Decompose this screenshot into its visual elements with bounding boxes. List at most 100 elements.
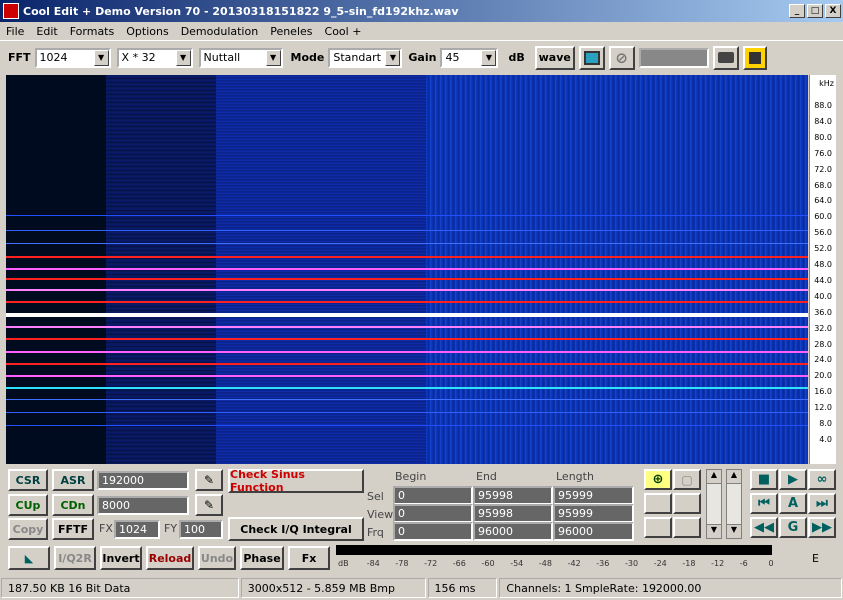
chevron-down-icon[interactable]: ▼ xyxy=(265,49,281,66)
chevron-down-icon[interactable]: ▼ xyxy=(385,49,401,66)
menu-cool[interactable]: Cool + xyxy=(319,25,368,38)
forward-button[interactable]: ▶▶ xyxy=(808,517,836,538)
prohibited-icon: ⊘ xyxy=(615,48,628,67)
mode-select[interactable]: Standart ▼ xyxy=(328,47,403,68)
tone-line xyxy=(6,289,808,291)
khz-tick-label: 60.0 xyxy=(814,212,832,222)
meter-scale-label: -60 xyxy=(481,559,495,568)
check-sinus-button[interactable]: Check Sinus Function xyxy=(228,468,364,494)
film-icon xyxy=(583,50,600,65)
blank-button-1[interactable] xyxy=(644,493,672,514)
blank-button-3[interactable] xyxy=(644,517,672,538)
vertical-scroll-2[interactable]: ▲ ▼ xyxy=(726,469,742,539)
menu-panels[interactable]: Peneles xyxy=(264,25,318,38)
stop-icon: ■ xyxy=(757,472,771,487)
pipette-button-2[interactable]: ✎ xyxy=(195,494,223,516)
stop-playback-button[interactable]: ■ xyxy=(750,469,778,490)
iq2r-button[interactable]: I/Q2R xyxy=(54,546,96,570)
rewind-button[interactable]: ◀◀ xyxy=(750,517,778,538)
fx-input[interactable]: 1024 xyxy=(114,520,160,539)
csr-button[interactable]: CSR xyxy=(8,469,48,491)
menu-demodulation[interactable]: Demodulation xyxy=(175,25,265,38)
fft-label: FFT xyxy=(8,51,31,64)
window-select[interactable]: Nuttall ▼ xyxy=(198,47,283,68)
tone-line xyxy=(6,375,808,377)
spectrogram[interactable] xyxy=(6,75,808,464)
undo-button[interactable]: Undo xyxy=(198,546,236,570)
asr-input[interactable]: 192000 xyxy=(97,471,189,490)
pipette-button[interactable]: ✎ xyxy=(195,469,223,491)
gain-select[interactable]: 45 ▼ xyxy=(440,47,499,68)
g-button[interactable]: G xyxy=(779,517,807,538)
window-title: Cool Edit + Demo Version 70 - 2013031815… xyxy=(23,4,459,18)
tone-line xyxy=(6,230,808,231)
play-button[interactable]: ▶ xyxy=(779,469,807,490)
save-button[interactable] xyxy=(742,45,767,70)
menu-file[interactable]: File xyxy=(0,25,30,38)
view-length[interactable]: 95999 xyxy=(553,504,634,523)
col-begin: Begin xyxy=(395,470,427,483)
tone-line xyxy=(6,301,808,303)
frq-length[interactable]: 96000 xyxy=(553,522,634,541)
frq-end[interactable]: 96000 xyxy=(473,522,553,541)
view-begin[interactable]: 0 xyxy=(393,504,473,523)
khz-tick-label: 28.0 xyxy=(814,339,832,349)
sel-length[interactable]: 95999 xyxy=(553,486,634,505)
khz-axis: kHz 88.0 84.0 80.0 76.0 72.0 68.0 64.0 60.0 56.0… xyxy=(809,75,836,464)
menu-options[interactable]: Options xyxy=(120,25,174,38)
zoom-in-button[interactable]: ⊕ xyxy=(644,469,672,490)
chevron-down-icon[interactable]: ▼ xyxy=(93,49,109,66)
menu-formats[interactable]: Formats xyxy=(64,25,121,38)
asr-button[interactable]: ASR xyxy=(52,469,94,491)
a-button[interactable]: A xyxy=(779,493,807,514)
loop-button[interactable]: ∞ xyxy=(808,469,836,490)
khz-tick-label: 24.0 xyxy=(814,355,832,365)
cdn-input[interactable]: 8000 xyxy=(97,496,189,515)
blank-button-4[interactable] xyxy=(673,517,701,538)
frq-begin[interactable]: 0 xyxy=(393,522,473,541)
close-button[interactable]: X xyxy=(825,4,841,18)
edit-tool-button[interactable]: ◣ xyxy=(8,546,50,570)
sel-begin[interactable]: 0 xyxy=(393,486,473,505)
fy-input[interactable]: 100 xyxy=(179,520,223,539)
invert-button[interactable]: Invert xyxy=(100,546,142,570)
menu-edit[interactable]: Edit xyxy=(30,25,63,38)
zoom-fit-button[interactable]: ▢ xyxy=(673,469,701,490)
blank-button-2[interactable] xyxy=(673,493,701,514)
copy-button[interactable]: Copy xyxy=(8,518,48,540)
scroll-up-icon[interactable]: ▲ xyxy=(727,470,741,484)
cdn-button[interactable]: CDn xyxy=(52,494,94,516)
tone-line xyxy=(6,243,808,244)
film-button[interactable] xyxy=(578,45,605,70)
fx-button[interactable]: Fx xyxy=(288,546,330,570)
zoom-select[interactable]: X * 32 ▼ xyxy=(116,47,193,68)
gain-value: 45 xyxy=(445,51,460,64)
reload-button[interactable]: Reload xyxy=(146,546,194,570)
camera-button[interactable] xyxy=(712,45,739,70)
khz-tick-label: 68.0 xyxy=(814,180,832,190)
check-iq-button[interactable]: Check I/Q Integral xyxy=(228,517,364,541)
stop-button[interactable]: ⊘ xyxy=(608,45,635,70)
go-end-button[interactable]: ⏭ xyxy=(808,493,836,514)
wave-button[interactable]: wave xyxy=(534,45,575,70)
khz-tick-label: 4.0 xyxy=(819,434,832,444)
scroll-up-icon[interactable]: ▲ xyxy=(707,470,721,484)
sel-end[interactable]: 95998 xyxy=(473,486,553,505)
fftf-button[interactable]: FFTF xyxy=(52,518,94,540)
khz-tick-label: 8.0 xyxy=(819,419,832,428)
scroll-down-icon[interactable]: ▼ xyxy=(727,524,741,538)
fft-size-select[interactable]: 1024 ▼ xyxy=(34,47,111,68)
level-meter xyxy=(336,545,772,555)
khz-tick-label: 88.0 xyxy=(814,101,832,110)
chevron-down-icon[interactable]: ▼ xyxy=(175,49,191,66)
chevron-down-icon[interactable]: ▼ xyxy=(481,49,497,66)
view-end[interactable]: 95998 xyxy=(473,504,553,523)
scroll-down-icon[interactable]: ▼ xyxy=(707,524,721,538)
vertical-scroll-1[interactable]: ▲ ▼ xyxy=(706,469,722,539)
phase-button[interactable]: Phase xyxy=(240,546,284,570)
go-start-button[interactable]: ⏮ xyxy=(750,493,778,514)
maximize-button[interactable]: □ xyxy=(807,4,823,18)
window-value: Nuttall xyxy=(203,51,241,64)
minimize-button[interactable]: _ xyxy=(789,4,805,18)
cup-button[interactable]: CUp xyxy=(8,494,48,516)
